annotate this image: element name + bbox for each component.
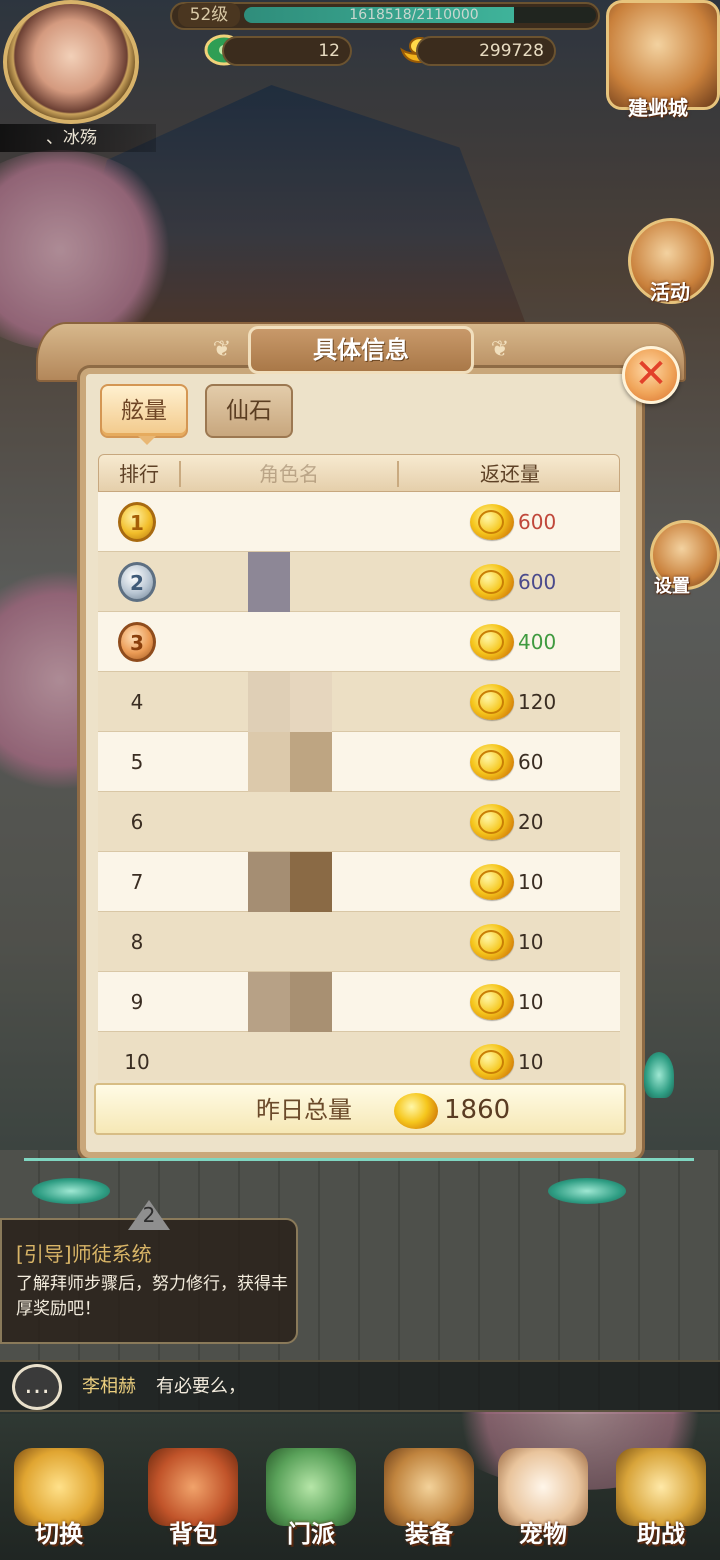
chat-sender[interactable]: 李相赫 bbox=[82, 1364, 136, 1410]
tab-ship-amount[interactable]: 舷量 bbox=[100, 384, 188, 445]
yesterday-total: 昨日总量 1860 bbox=[94, 1083, 626, 1135]
table-row: 8 10 bbox=[98, 912, 620, 972]
title-ornament-right: ❦ bbox=[490, 337, 510, 362]
redacted-name-block bbox=[290, 972, 332, 1032]
rank-number: 9 bbox=[130, 990, 144, 1014]
jade-ornament-right bbox=[548, 1178, 626, 1204]
nav-equipment-label: 装备 bbox=[405, 1520, 453, 1548]
redacted-name-block bbox=[248, 972, 290, 1032]
nav-pet[interactable]: 宠物 bbox=[484, 1448, 602, 1558]
nav-equipment[interactable]: 装备 bbox=[370, 1448, 488, 1558]
table-row: 7 10 bbox=[98, 852, 620, 912]
exp-text: 1618518/2110000 bbox=[349, 7, 479, 23]
rank-medal-icon: 2 bbox=[118, 562, 156, 602]
table-row: 10 10 bbox=[98, 1032, 620, 1080]
redacted-name-block bbox=[290, 732, 332, 792]
nav-backpack[interactable]: 背包 bbox=[134, 1448, 252, 1558]
gold-coin-icon bbox=[470, 864, 514, 900]
total-label: 昨日总量 bbox=[256, 1096, 352, 1124]
gold-coin-icon bbox=[470, 1044, 514, 1080]
table-header: 排行 角色名 返还量 bbox=[98, 454, 620, 492]
return-amount: 600 bbox=[518, 510, 557, 534]
player-avatar[interactable] bbox=[3, 0, 139, 124]
nav-sect-label: 门派 bbox=[287, 1520, 335, 1548]
guide-body: 了解拜师步骤后，努力修行，获得丰厚奖励吧！ bbox=[16, 1274, 288, 1319]
redacted-name-block bbox=[290, 852, 332, 912]
rank-number: 7 bbox=[130, 870, 144, 894]
redacted-name-block bbox=[248, 552, 290, 612]
ranking-table: 排行 角色名 返还量 1 600 2 600 3 400 4 120 5 60 6 20 7 10 8 10 9… bbox=[98, 454, 620, 1080]
nav-switch-label: 切换 bbox=[35, 1520, 83, 1548]
chat-message: 有必要么， bbox=[156, 1376, 246, 1397]
redacted-name-block bbox=[290, 672, 332, 732]
jade-count: 12 bbox=[222, 36, 352, 66]
return-amount: 10 bbox=[518, 930, 544, 954]
gold-coin-icon bbox=[470, 804, 514, 840]
jade-ornament-left bbox=[32, 1178, 110, 1204]
table-row: 5 60 bbox=[98, 732, 620, 792]
player-level: 52级 bbox=[178, 3, 240, 27]
title-ornament-left: ❦ bbox=[212, 337, 232, 362]
panel-title: 具体信息 bbox=[248, 326, 474, 374]
rank-number: 8 bbox=[130, 930, 144, 954]
nav-backpack-label: 背包 bbox=[169, 1520, 217, 1548]
table-row: 2 600 bbox=[98, 552, 620, 612]
activity-label: 活动 bbox=[650, 280, 690, 304]
nav-assist[interactable]: 助战 bbox=[602, 1448, 720, 1558]
chat-button[interactable]: … bbox=[12, 1364, 62, 1410]
table-row: 4 120 bbox=[98, 672, 620, 732]
lotus-ornament bbox=[644, 1052, 674, 1098]
rank-number: 4 bbox=[130, 690, 144, 714]
header-name: 角色名 bbox=[259, 462, 319, 486]
gold-coin-icon bbox=[470, 684, 514, 720]
redacted-name-block bbox=[248, 672, 290, 732]
close-icon: ✕ bbox=[634, 351, 668, 397]
return-amount: 10 bbox=[518, 870, 544, 894]
header-amount: 返还量 bbox=[480, 462, 540, 486]
rank-medal-icon: 1 bbox=[118, 502, 156, 542]
redacted-name-block bbox=[248, 732, 290, 792]
guide-title: [引导]师徒系统 bbox=[16, 1242, 152, 1266]
return-amount: 60 bbox=[518, 750, 544, 774]
gold-coin-icon bbox=[470, 984, 514, 1020]
return-amount: 600 bbox=[518, 570, 557, 594]
nav-pet-label: 宠物 bbox=[519, 1520, 567, 1548]
redacted-name-block bbox=[248, 852, 290, 912]
table-row: 9 10 bbox=[98, 972, 620, 1032]
gold-coin-icon bbox=[470, 744, 514, 780]
return-amount: 120 bbox=[518, 690, 557, 714]
header-rank: 排行 bbox=[119, 462, 159, 486]
nav-assist-label: 助战 bbox=[637, 1520, 685, 1548]
total-coin-icon bbox=[394, 1093, 438, 1129]
nav-switch[interactable]: 切换 bbox=[0, 1448, 118, 1558]
guide-popup[interactable]: [引导]师徒系统 了解拜师步骤后，努力修行，获得丰厚奖励吧！ bbox=[0, 1218, 298, 1344]
return-amount: 400 bbox=[518, 630, 557, 654]
gold-coin-icon bbox=[470, 564, 514, 600]
gold-coin-icon bbox=[470, 504, 514, 540]
return-amount: 10 bbox=[518, 1050, 544, 1074]
settings-label: 设置 bbox=[654, 576, 690, 597]
table-row: 6 20 bbox=[98, 792, 620, 852]
player-name: 、冰殇 bbox=[0, 124, 156, 152]
city-label: 建邺城 bbox=[628, 96, 688, 120]
gold-coin-icon bbox=[470, 924, 514, 960]
return-amount: 10 bbox=[518, 990, 544, 1014]
table-row: 1 600 bbox=[98, 492, 620, 552]
gold-count: 299728 bbox=[416, 36, 556, 66]
nav-sect[interactable]: 门派 bbox=[252, 1448, 370, 1558]
chat-bubble-icon: … bbox=[24, 1370, 50, 1400]
return-amount: 20 bbox=[518, 810, 544, 834]
tab-immortal-stone[interactable]: 仙石 bbox=[205, 384, 293, 438]
rank-medal-icon: 3 bbox=[118, 622, 156, 662]
rank-number: 10 bbox=[124, 1050, 150, 1074]
total-value: 1860 bbox=[444, 1095, 511, 1125]
gold-coin-icon bbox=[470, 624, 514, 660]
table-row: 3 400 bbox=[98, 612, 620, 672]
rank-number: 5 bbox=[130, 750, 144, 774]
close-button[interactable]: ✕ bbox=[622, 346, 680, 404]
rank-number: 6 bbox=[130, 810, 144, 834]
